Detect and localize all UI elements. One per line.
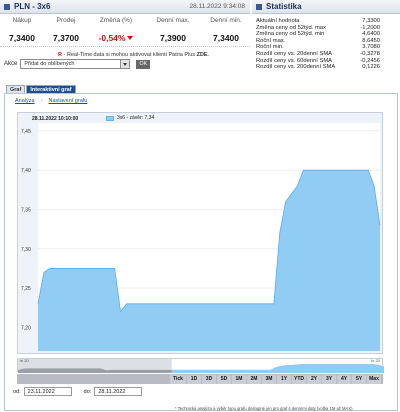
range-1m-button[interactable]: 1M: [232, 374, 246, 384]
range-3m-button[interactable]: 3M: [262, 374, 276, 384]
value-zmena: -0,54%: [98, 33, 126, 43]
y-tick-label: 7,40: [21, 168, 31, 174]
chart-area[interactable]: 28.11.2022 10:10:00 3x6 - závěr: 7,34 7,…: [17, 112, 383, 354]
down-arrow-icon: [127, 36, 134, 40]
quote-panel-header: PLN - 3x6 28.11.2022 9:34:08: [0, 0, 250, 14]
label-zmena: Změna (%): [99, 17, 133, 24]
label-prodej: Prodej: [56, 17, 76, 24]
range-4y-button[interactable]: 4Y: [337, 374, 351, 384]
stat-label: Aktuální hodnota: [256, 18, 300, 24]
chevron-down-icon[interactable]: [120, 60, 130, 68]
y-tick-label: 7,35: [21, 207, 31, 213]
panel-icon: [4, 3, 10, 10]
panel-icon: [256, 3, 262, 10]
value-zmena-wrap: -0,54%: [88, 33, 144, 43]
chart-frame: Analýza • Nastavení grafu 28.11.2022 10:…: [4, 93, 398, 411]
y-tick-label: 7,25: [21, 286, 31, 292]
akce-selected: Přidat do oblíbených: [24, 61, 75, 67]
y-tick-label: 7,30: [21, 247, 31, 253]
stats-panel-header: Statistika: [252, 0, 400, 14]
value-prodej: 7,3700: [53, 33, 79, 43]
realtime-link[interactable]: ZDE: [197, 52, 208, 58]
realtime-note: R - Real-Time data si mohou aktivovat kl…: [58, 52, 209, 58]
stat-row: Změna ceny od 52týd. max -1,2000: [256, 25, 398, 32]
stats-title: Statistika: [266, 2, 302, 11]
realtime-suffix: .: [207, 52, 210, 58]
tab-interaktivni-graf[interactable]: Interaktivní graf: [26, 85, 76, 93]
value-nakup: 7,3400: [9, 33, 35, 43]
date-from-input[interactable]: 23.11.2022: [23, 387, 72, 396]
range-5y-button[interactable]: 5Y: [352, 374, 366, 384]
realtime-text: - Real-Time data si mohou aktivovat klie…: [61, 52, 197, 58]
link-analyza[interactable]: Analýza: [15, 98, 35, 104]
stat-value: -1,2000: [360, 24, 380, 31]
link-nastaveni-grafu[interactable]: Nastavení grafu: [49, 98, 88, 104]
range-5d-button[interactable]: 5D: [217, 374, 231, 384]
stat-label: Roční max.: [256, 37, 286, 44]
stat-label: Změna ceny od 52týd. min: [256, 31, 325, 38]
stat-label: Rozdíl ceny vs. 20denní SMA: [256, 50, 333, 57]
range-3d-button[interactable]: 3D: [202, 374, 216, 384]
quote-timestamp: 28.11.2022 9:34:08: [189, 3, 245, 10]
y-tick-label: 7,20: [21, 325, 31, 331]
date-range-row: od: 23.11.2022 do: 28.11.2022: [13, 387, 143, 396]
akce-go-button[interactable]: OK: [136, 59, 151, 69]
akce-row: Akce Přidat do oblíbených OK: [4, 59, 151, 69]
akce-select[interactable]: Přidat do oblíbených: [20, 59, 131, 69]
stat-value: 8,6450: [362, 37, 380, 44]
navigator-chart[interactable]: [18, 359, 384, 373]
footnote: * Technická analýza a výběr typu grafu d…: [175, 406, 353, 411]
chart-navigator[interactable]: le 20 le 20: [17, 358, 384, 373]
stat-value: 7,3300: [362, 18, 380, 24]
price-chart[interactable]: 7,45 7,40 7,35 7,30 7,25 7,20: [18, 113, 384, 355]
navigator-right-label: le 20: [371, 358, 380, 363]
range-2m-button[interactable]: 2M: [247, 374, 261, 384]
stat-row: Rozdíl ceny vs. 20denní SMA -0,3278: [256, 51, 398, 58]
stat-label: Změna ceny od 52týd. max: [256, 24, 326, 31]
range-1d-button[interactable]: 1D: [187, 374, 201, 384]
y-tick-label: 7,45: [21, 129, 31, 135]
range-2y-button[interactable]: 2Y: [307, 374, 321, 384]
stats-list: Aktuální hodnota 7,3300 Změna ceny od 52t…: [256, 18, 398, 71]
stat-row: Roční max. 8,6450: [256, 38, 398, 45]
stat-label: Rozdíl ceny vs. 60denní SMA: [256, 57, 333, 64]
range-1y-button[interactable]: 1Y: [277, 374, 291, 384]
stat-label: Rozdíl ceny vs. 200denní SMA: [256, 64, 336, 71]
quote-values: 7,3400 7,3700 -0,54% 7,3900 7,3400: [0, 33, 250, 43]
stat-row: Aktuální hodnota 7,3300: [256, 18, 398, 25]
stat-value: 3,7080: [362, 44, 380, 51]
stat-row: Roční min. 3,7080: [256, 44, 398, 51]
label-denni-max: Denní max.: [156, 17, 190, 24]
range-max-button[interactable]: Max: [367, 374, 381, 384]
date-from-label: od:: [13, 388, 21, 395]
chart-links: Analýza • Nastavení grafu: [15, 98, 93, 104]
stat-value: 4,6400: [362, 31, 380, 38]
akce-label: Akce: [4, 61, 18, 67]
quote-labels: Nákup Prodej Změna (%) Denní max. Denní …: [0, 17, 250, 24]
label-nakup: Nákup: [12, 17, 32, 24]
chart-tabs: Graf Interaktivní graf: [6, 85, 77, 93]
label-denni-min: Denní min.: [210, 17, 242, 24]
date-to-input[interactable]: 28.11.2022: [94, 387, 143, 396]
stat-value: 0,1226: [362, 64, 380, 71]
instrument-title: PLN - 3x6: [14, 2, 51, 11]
stat-row: Rozdíl ceny vs. 200denní SMA 0,1226: [256, 64, 398, 71]
value-denni-min: 7,3400: [213, 33, 239, 43]
stat-row: Rozdíl ceny vs. 60denní SMA -0,2456: [256, 58, 398, 65]
range-ytd-button[interactable]: YTD: [292, 374, 306, 384]
value-denni-max: 7,3900: [160, 33, 186, 43]
tab-graf[interactable]: Graf: [6, 85, 26, 93]
navigator-left-label: le 20: [20, 358, 29, 363]
range-selector: Tick 1D 3D 5D 1M 2M 3M 1Y YTD 2Y 3Y 4Y 5…: [17, 374, 383, 384]
date-to-label: do:: [83, 388, 92, 395]
quote-divider: [0, 46, 250, 47]
range-tick-button[interactable]: Tick: [170, 374, 186, 384]
stat-value: -0,3278: [360, 50, 380, 57]
stat-row: Změna ceny od 52týd. min 4,6400: [256, 31, 398, 38]
range-3y-button[interactable]: 3Y: [322, 374, 336, 384]
link-separator: •: [40, 98, 43, 104]
stat-label: Roční min.: [256, 44, 284, 51]
stat-value: -0,2456: [360, 57, 380, 64]
